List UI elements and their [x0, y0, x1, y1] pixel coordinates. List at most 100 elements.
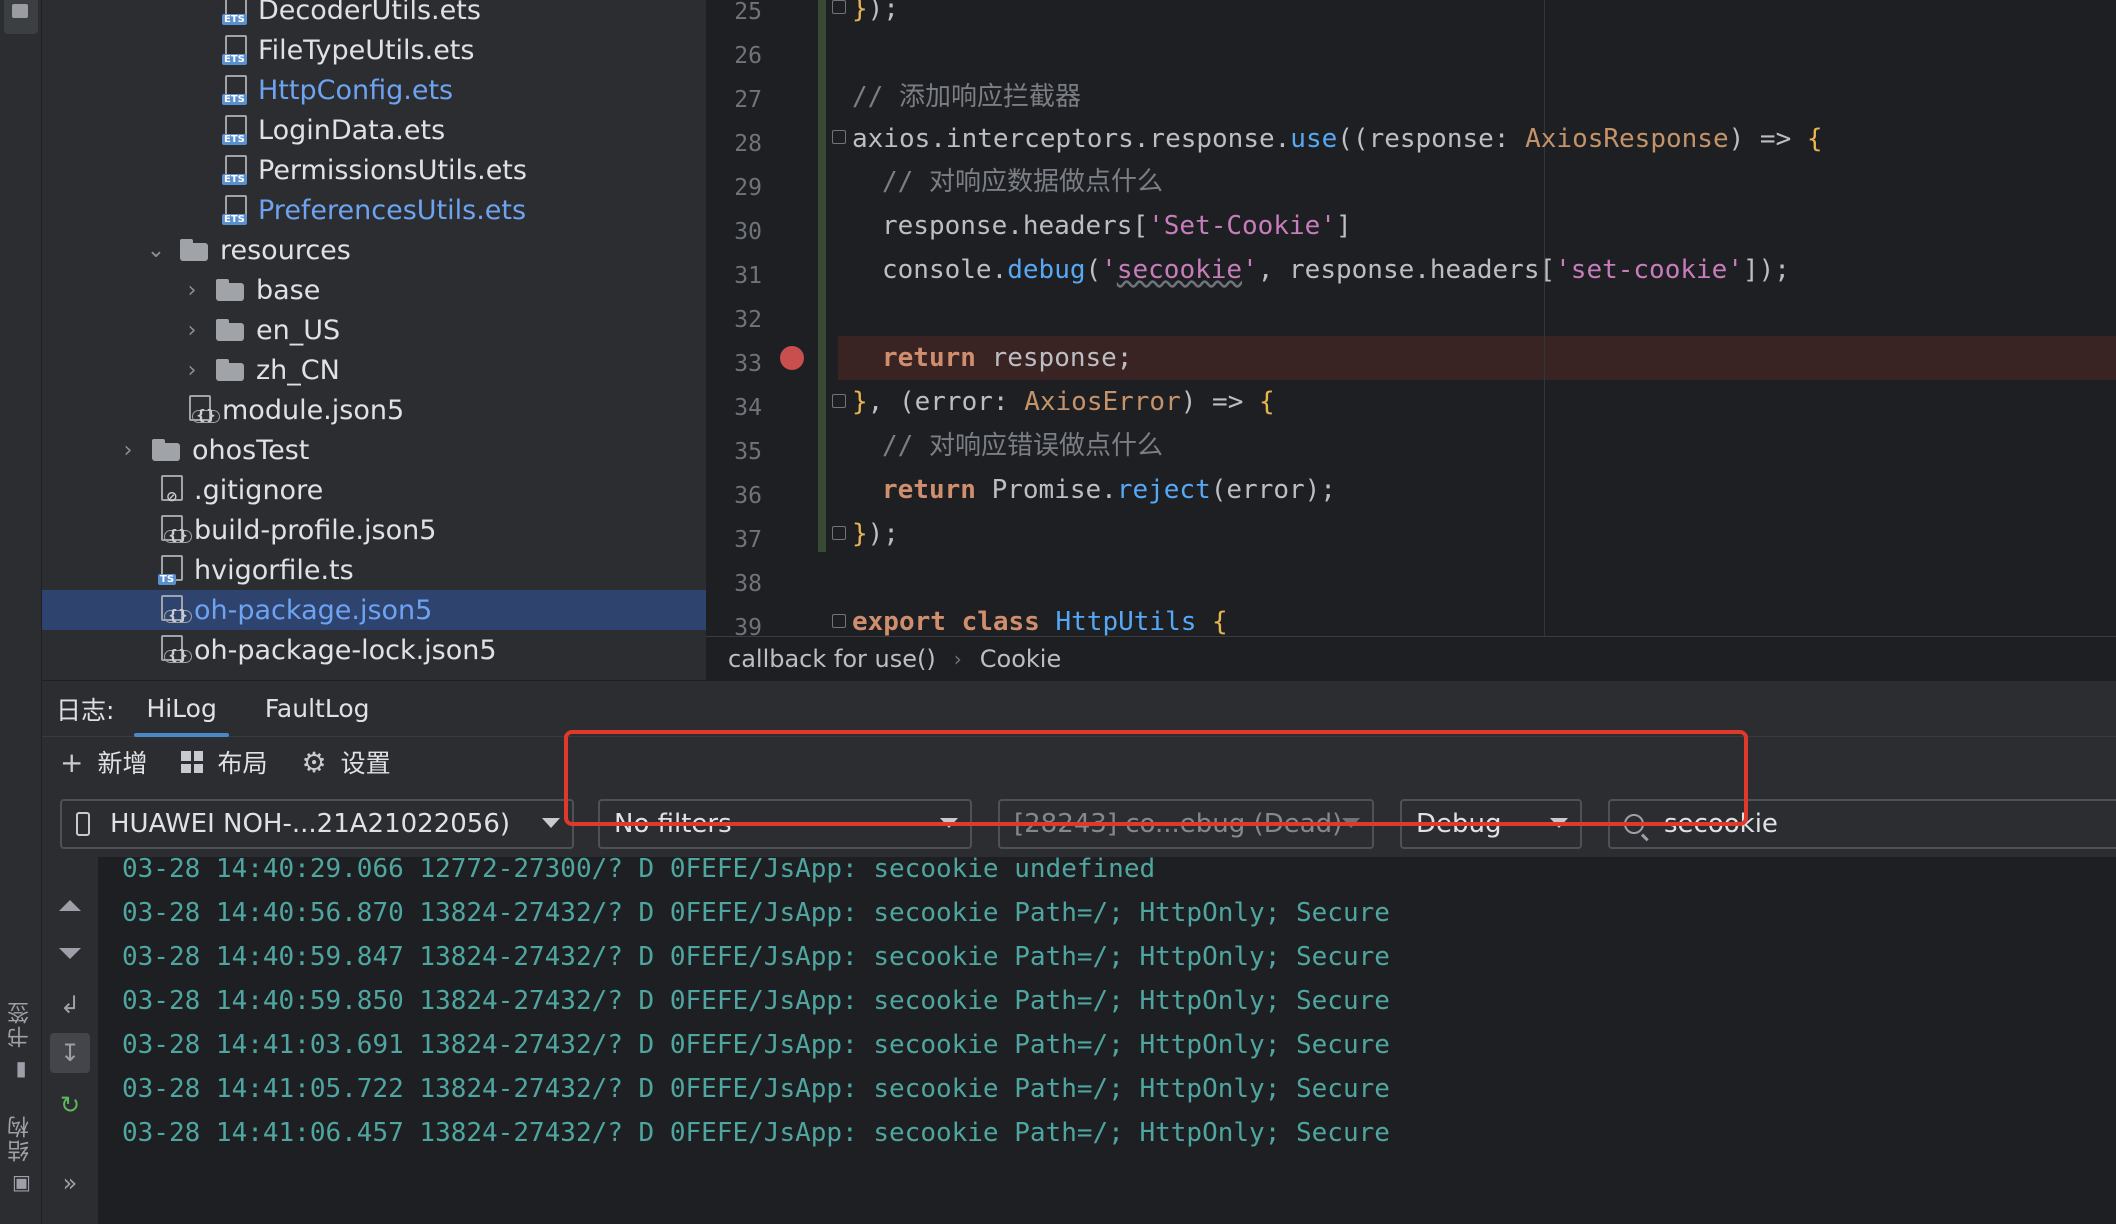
tree-item[interactable]: ⊘ .gitignore	[42, 470, 706, 510]
fold-marker[interactable]	[832, 394, 846, 408]
tree-item[interactable]: ETS HttpConfig.ets	[42, 70, 706, 110]
log-line[interactable]: 03-28 14:40:29.066 12772-27300/? D 0FEFE…	[122, 857, 1155, 891]
log-line[interactable]: 03-28 14:41:05.722 13824-27432/? D 0FEFE…	[122, 1067, 1390, 1111]
line-number[interactable]: 28	[706, 122, 762, 166]
chevron-right-icon[interactable]: ›	[182, 310, 202, 350]
soft-wrap-button[interactable]: ↲	[50, 985, 90, 1025]
tree-item[interactable]: ETS PreferencesUtils.ets	[42, 190, 706, 230]
folder-icon	[216, 359, 246, 381]
line-number[interactable]: 34	[706, 386, 762, 430]
ts-file-icon: TS	[158, 555, 184, 585]
settings-button[interactable]: ⚙ 设置	[302, 744, 391, 780]
line-number[interactable]: 27	[706, 78, 762, 122]
more-button[interactable]: »	[50, 1163, 90, 1203]
tree-item[interactable]: {} build-profile.json5	[42, 510, 706, 550]
tree-item[interactable]: {} oh-package.json5	[42, 590, 706, 630]
device-select[interactable]: HUAWEI NOH-...21A21022056)	[60, 799, 574, 849]
ets-file-icon: ETS	[222, 35, 248, 65]
tree-item[interactable]: › ohosTest	[42, 430, 706, 470]
code-line-36[interactable]: return Promise.reject(error);	[882, 468, 1336, 512]
code-line-31[interactable]: console.debug('secookie', response.heade…	[882, 248, 1790, 292]
chevron-right-icon[interactable]: ›	[118, 430, 138, 470]
git-file-icon: ⊘	[158, 475, 184, 505]
line-number[interactable]: 30	[706, 210, 762, 254]
log-line[interactable]: 03-28 14:41:03.691 13824-27432/? D 0FEFE…	[122, 1023, 1390, 1067]
tree-item-label: module.json5	[222, 394, 405, 426]
code-line-29[interactable]: // 对响应数据做点什么	[882, 160, 1163, 204]
code-line-28[interactable]: axios.interceptors.response.use((respons…	[852, 117, 1823, 161]
structure-tool[interactable]: 结构 ▣	[0, 1114, 42, 1192]
bookmarks-tool[interactable]: 书签 ▮	[0, 1000, 42, 1078]
tree-item-label: HttpConfig.ets	[258, 74, 454, 106]
code-line-27[interactable]: // 添加响应拦截器	[852, 75, 1081, 119]
log-line[interactable]: 03-28 14:41:06.457 13824-27432/? D 0FEFE…	[122, 1111, 1390, 1155]
line-number[interactable]: 35	[706, 430, 762, 474]
fold-marker[interactable]	[832, 614, 846, 628]
code-line-39[interactable]: export class HttpUtils {	[852, 600, 1228, 636]
code-editor[interactable]: }); // 添加响应拦截器 axios.interceptors.respon…	[706, 0, 2116, 636]
tab-faultlog[interactable]: FaultLog	[265, 681, 370, 737]
code-line-34[interactable]: }, (error: AxiosError) => {	[852, 380, 1275, 424]
tree-item[interactable]: ETS DecoderUtils.ets	[42, 0, 706, 30]
line-number[interactable]: 39	[706, 606, 762, 650]
line-number[interactable]: 37	[706, 518, 762, 562]
json-file-icon: {}	[158, 515, 192, 545]
tree-item[interactable]: › en_US	[42, 310, 706, 350]
tree-item-label: FileTypeUtils.ets	[258, 34, 475, 66]
log-line[interactable]: 03-28 14:40:59.847 13824-27432/? D 0FEFE…	[122, 935, 1390, 979]
fold-marker[interactable]	[832, 130, 846, 144]
tree-item[interactable]: › base	[42, 270, 706, 310]
tree-item[interactable]: ⌄ resources	[42, 230, 706, 270]
restart-button[interactable]: ↻	[50, 1085, 90, 1125]
indent-guide	[1544, 0, 1545, 636]
log-line[interactable]: 03-28 14:40:59.850 13824-27432/? D 0FEFE…	[122, 979, 1390, 1023]
fold-marker[interactable]	[832, 526, 846, 540]
chevron-down-icon[interactable]: ⌄	[146, 230, 166, 270]
code-line-30[interactable]: response.headers['Set-Cookie']	[882, 204, 1352, 248]
log-line[interactable]: 03-28 14:40:56.870 13824-27432/? D 0FEFE…	[122, 891, 1390, 935]
ets-file-icon: ETS	[222, 75, 248, 105]
scroll-down-button[interactable]	[50, 933, 90, 973]
folder-icon	[216, 279, 246, 301]
line-number[interactable]: 33	[706, 342, 762, 386]
line-number[interactable]: 36	[706, 474, 762, 518]
chevron-down-icon	[542, 818, 560, 828]
line-number[interactable]: 31	[706, 254, 762, 298]
code-line-35[interactable]: // 对响应错误做点什么	[882, 424, 1163, 468]
project-tool-button[interactable]	[4, 0, 38, 34]
code-line-25[interactable]: });	[852, 0, 899, 31]
tree-item-label: DecoderUtils.ets	[258, 0, 481, 26]
scroll-up-button[interactable]	[50, 885, 90, 925]
log-panel-title: 日志:	[56, 695, 115, 725]
scroll-to-end-icon: ↧	[59, 1039, 81, 1067]
tab-hilog[interactable]: HiLog	[134, 681, 230, 737]
json-file-icon: {}	[158, 635, 192, 665]
scroll-to-end-button[interactable]: ↧	[50, 1033, 90, 1073]
settings-label: 设置	[340, 749, 391, 778]
chevron-right-icon[interactable]: ›	[182, 270, 202, 310]
line-number[interactable]: 29	[706, 166, 762, 210]
breadcrumb-item-cookie[interactable]: Cookie	[980, 645, 1061, 673]
add-button[interactable]: + 新增	[60, 744, 147, 780]
tree-item[interactable]: {} module.json5	[42, 390, 706, 430]
fold-marker[interactable]	[832, 0, 846, 14]
tree-item[interactable]: TS hvigorfile.ts	[42, 550, 706, 590]
tree-item-label: oh-package-lock.json5	[194, 634, 497, 666]
breakpoint-icon[interactable]	[780, 346, 804, 370]
log-content[interactable]: 03-28 14:40:29.066 12772-27300/? D 0FEFE…	[98, 857, 2116, 1224]
line-number[interactable]: 32	[706, 298, 762, 342]
line-number[interactable]: 25	[706, 0, 762, 34]
code-line-37[interactable]: });	[852, 512, 899, 556]
code-line-33[interactable]: return response;	[882, 336, 1132, 380]
tree-item[interactable]: ETS LoginData.ets	[42, 110, 706, 150]
line-number[interactable]: 38	[706, 562, 762, 606]
chevron-right-icon[interactable]: ›	[182, 350, 202, 390]
gear-icon: ⚙	[301, 745, 327, 779]
layout-button[interactable]: 布局	[181, 744, 268, 780]
tree-item[interactable]: › zh_CN	[42, 350, 706, 390]
tree-item[interactable]: ETS PermissionsUtils.ets	[42, 150, 706, 190]
change-marker	[818, 0, 826, 552]
tree-item[interactable]: {} oh-package-lock.json5	[42, 630, 706, 670]
tree-item[interactable]: ETS FileTypeUtils.ets	[42, 30, 706, 70]
line-number[interactable]: 26	[706, 34, 762, 78]
